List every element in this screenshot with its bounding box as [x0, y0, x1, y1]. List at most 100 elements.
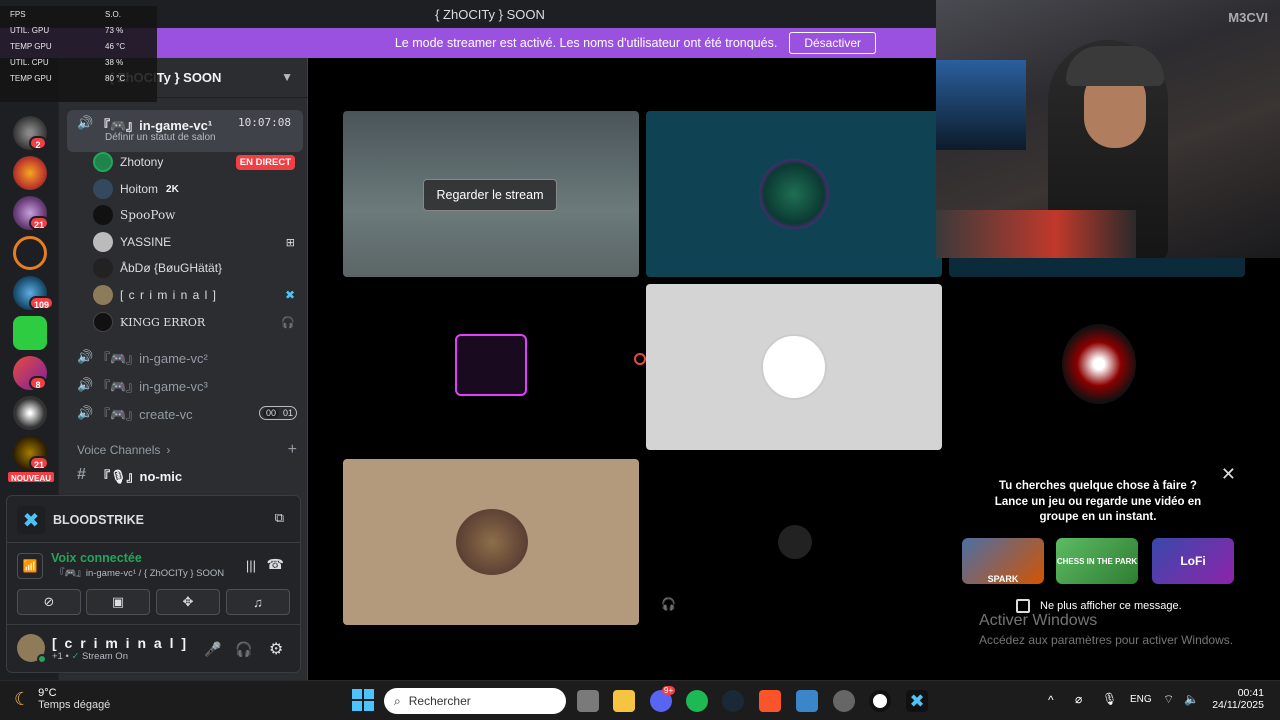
boost-badge: 2K	[166, 183, 179, 195]
participant-tile[interactable]	[343, 284, 639, 450]
avatar	[455, 334, 527, 396]
steam-icon[interactable]	[722, 690, 744, 712]
webcam-overlay: M3CVI	[936, 0, 1280, 258]
server-icon[interactable]	[13, 156, 47, 190]
taskbar: ☾ 9°C Temps dégagé ⌕ Rechercher 9+ ✖ ^ ⌀…	[0, 680, 1280, 720]
member-yassine[interactable]: YASSINE ⊞	[93, 229, 303, 255]
mic-icon[interactable]: 🎙	[1102, 692, 1117, 706]
weather-widget[interactable]: ☾ 9°C Temps dégagé	[14, 687, 110, 711]
app-icon[interactable]	[833, 690, 855, 712]
voice-status[interactable]: 📶 Voix connectée 『🎮』in-game-vc¹ / { ZhOC…	[17, 551, 224, 579]
activity-card-chess[interactable]: CHESS IN THE PARK	[1056, 538, 1138, 584]
headphones-icon[interactable]: 🎧	[235, 641, 252, 658]
participant-tile[interactable]	[646, 284, 942, 450]
server-icon[interactable]	[13, 236, 47, 270]
activities-button[interactable]: ✥	[156, 589, 220, 615]
dont-show-again[interactable]: Ne plus afficher ce message.	[1016, 599, 1182, 613]
desk	[936, 210, 1136, 258]
stream-tile[interactable]: Regarder le stream	[343, 111, 639, 277]
bloodstrike-icon: ✖	[17, 506, 45, 534]
channel-timer: 10:07:08	[238, 116, 291, 129]
avatar	[93, 312, 113, 332]
channel-status[interactable]: Définir un statut de salon	[105, 132, 216, 143]
noise-suppression-icon[interactable]: |||	[246, 558, 256, 573]
activity-row[interactable]: ✖ BLOODSTRIKE	[17, 506, 144, 534]
game-icon: ✖	[284, 288, 295, 302]
add-channel-icon[interactable]: +	[288, 441, 297, 459]
crosshair-app-icon[interactable]	[869, 690, 891, 712]
participant-tile[interactable]	[343, 459, 639, 625]
task-view-icon[interactable]	[577, 690, 599, 712]
cap	[1066, 46, 1164, 86]
soundboard-button[interactable]: ♫	[226, 589, 290, 615]
avatar	[93, 179, 113, 199]
avatar	[759, 159, 829, 229]
member-abdo[interactable]: ÅbDø {BøuGHätät}	[93, 255, 303, 281]
unread-badge: 8	[29, 376, 47, 390]
member-zhotony[interactable]: Zhotony EN DIRECT	[93, 149, 303, 175]
avatar	[1062, 324, 1136, 404]
microphone-icon[interactable]: 🎤	[204, 641, 221, 658]
avatar	[93, 205, 113, 225]
settings-gear-icon[interactable]: ⚙	[269, 639, 283, 659]
channel-in-game-vc1[interactable]: 🔊 『🎮』in-game-vc¹ Définir un statut de sa…	[67, 110, 303, 152]
member-kingg-error[interactable]: KINGG ERROR 🎧	[93, 309, 303, 335]
volume-icon[interactable]: 🔈	[1184, 692, 1199, 706]
server-icon-zhocity[interactable]	[13, 396, 47, 430]
participant-tile[interactable]	[949, 284, 1245, 450]
bloodstrike-app-icon[interactable]: ✖	[906, 690, 928, 712]
user-avatar	[17, 634, 47, 664]
network-icon[interactable]: ⌀	[1075, 692, 1082, 706]
activate-windows-title: Activer Windows	[979, 612, 1098, 629]
hash-icon: #	[77, 466, 86, 483]
activity-card-spark[interactable]: SPARK	[962, 538, 1044, 584]
cursor-target-icon	[634, 353, 646, 365]
member-spoopow[interactable]: SpooPow	[93, 202, 303, 228]
monitor-screen	[936, 60, 1026, 150]
participant-tile[interactable]: 🎧	[646, 459, 942, 625]
camera-toggle-button[interactable]: ⊘	[17, 589, 81, 615]
unread-badge: 2	[29, 136, 47, 150]
disconnect-icon[interactable]: ☎	[267, 556, 284, 573]
unread-badge: 109	[29, 296, 55, 310]
watch-stream-button[interactable]: Regarder le stream	[423, 179, 557, 211]
live-badge: EN DIRECT	[235, 154, 295, 170]
speaker-icon: 🔊	[77, 349, 94, 364]
server-icon[interactable]	[13, 316, 47, 350]
stream-icon: ⊞	[285, 236, 295, 249]
chevron-up-icon[interactable]: ^	[1048, 693, 1054, 707]
speaker-icon: 🔊	[77, 405, 94, 420]
clock[interactable]: 00:41 24/11/2025	[1206, 687, 1264, 711]
avatar	[761, 334, 827, 400]
screen-share-icon[interactable]: ⧉	[275, 510, 284, 526]
activity-card-lofi[interactable]: LoFi	[1152, 538, 1234, 584]
participant-tile[interactable]	[646, 111, 942, 277]
camera-off-icon: ⊘	[43, 594, 55, 609]
activity-suggestion-popup: ✕ Tu cherches quelque chose à faire ? La…	[950, 460, 1246, 625]
checkbox[interactable]	[1016, 599, 1030, 613]
wifi-icon[interactable]: ⌔	[1163, 692, 1174, 707]
language-indicator[interactable]: ENG	[1130, 694, 1152, 705]
deactivate-button[interactable]: Désactiver	[789, 32, 876, 54]
deafened-icon: 🎧	[281, 316, 295, 329]
cam-watermark: M3CVI	[1228, 10, 1268, 25]
spotify-icon[interactable]	[686, 690, 708, 712]
file-explorer-icon[interactable]	[613, 690, 635, 712]
channel-no-mic[interactable]: # 『🎙』no-mic	[67, 461, 303, 489]
account-row[interactable]: [ c r i m i n a l ] +1 • ✓ Stream On	[17, 634, 188, 664]
brave-icon[interactable]	[759, 690, 781, 712]
signal-icon: 📶	[17, 553, 43, 579]
member-criminal[interactable]: [ c r i m i n a l ] ✖	[93, 282, 303, 308]
screen-share-button[interactable]: ▣	[86, 589, 150, 615]
member-hoitom[interactable]: Hoitom 2K	[93, 176, 303, 202]
avatar	[93, 152, 113, 172]
avatar	[93, 232, 113, 252]
start-button[interactable]	[352, 689, 374, 711]
channel-in-game-vc2[interactable]: 🔊 『🎮』in-game-vc²	[67, 343, 303, 371]
category-voice-channels[interactable]: Voice Channels › +	[67, 436, 303, 464]
channel-in-game-vc3[interactable]: 🔊 『🎮』in-game-vc³	[67, 371, 303, 399]
app-icon[interactable]	[796, 690, 818, 712]
activities-icon: ✥	[182, 594, 194, 609]
search-box[interactable]: ⌕ Rechercher	[384, 688, 566, 714]
channel-create-vc[interactable]: 🔊 『🎮』create-vc 00 01	[67, 399, 303, 427]
